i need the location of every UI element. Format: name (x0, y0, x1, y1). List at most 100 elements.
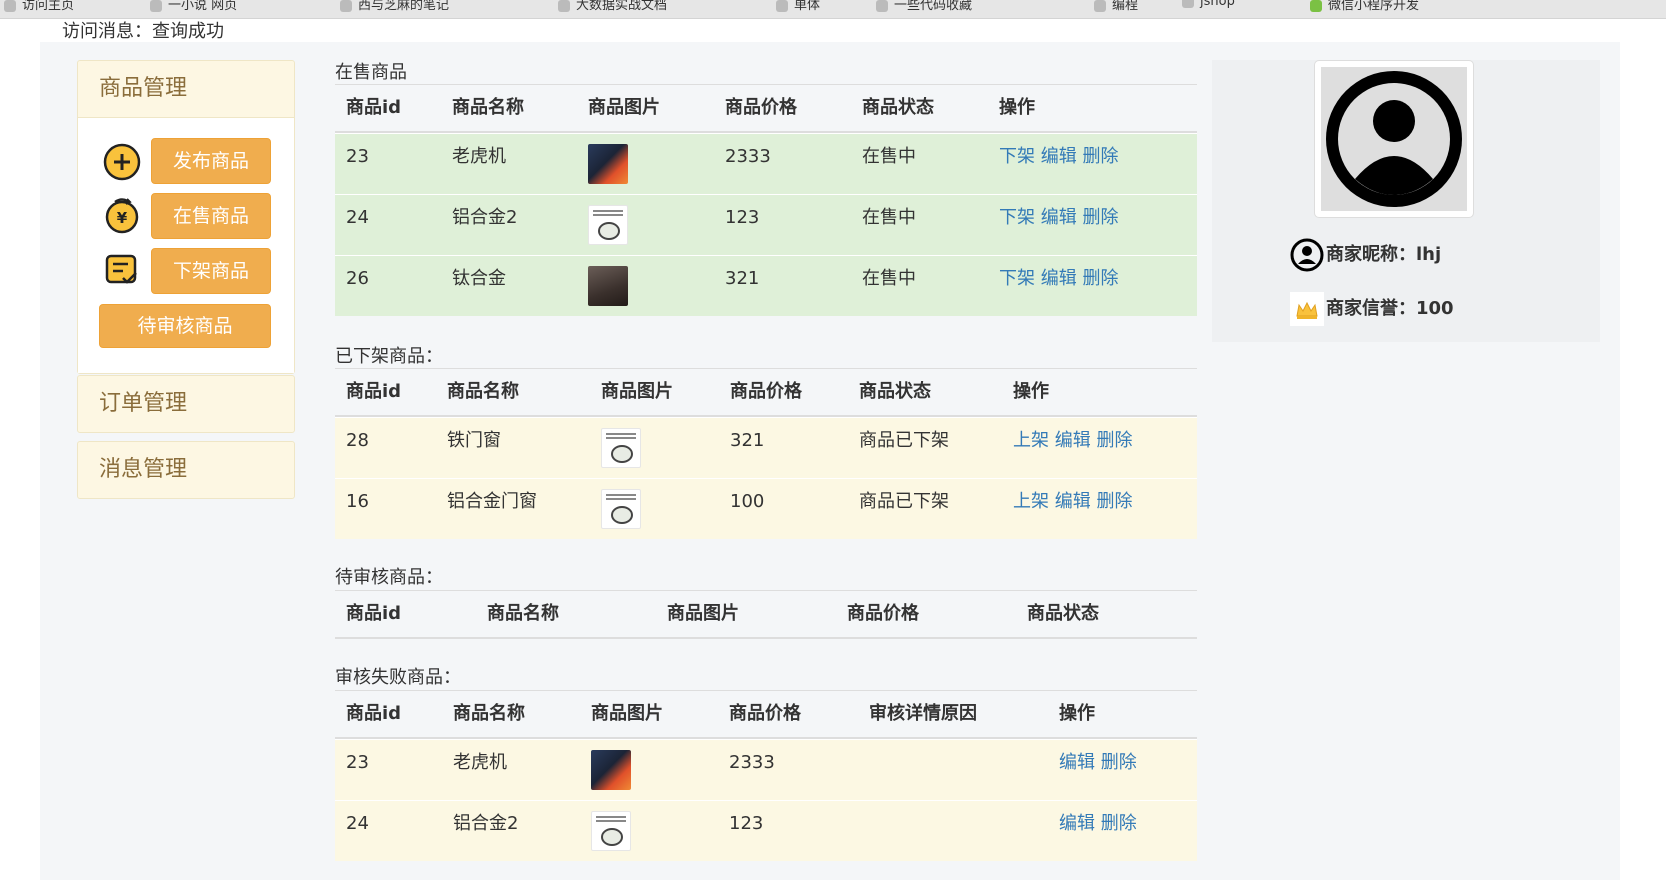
yuan-icon: ¥ (105, 198, 139, 234)
off-shelf-products-button[interactable]: 下架商品 (151, 248, 271, 294)
bookmark-item[interactable]: 大数据实战文档 (558, 0, 667, 13)
pending-section-title: 待审核商品： (335, 567, 443, 588)
column-header: 商品名称 (487, 603, 559, 624)
product-name: 钛合金 (452, 268, 506, 289)
bookmark-item[interactable]: 微信小程序开发 (1310, 0, 1419, 13)
edit-link[interactable]: 编辑 (1059, 752, 1095, 773)
column-header: 操作 (1013, 381, 1049, 402)
table-header: 商品id 商品名称 商品图片 商品价格 商品状态 操作 (335, 368, 1197, 417)
product-management-menu: 发布商品 ¥ 在售商品 下架商品 待审核商品 (78, 117, 294, 373)
column-header: 商品状态 (859, 381, 931, 402)
table-row: 16 铝合金门窗 100 商品已下架 上架 编辑 删除 (335, 478, 1197, 539)
product-price: 2333 (729, 752, 775, 773)
delete-link[interactable]: 删除 (1082, 268, 1118, 289)
meme-thumbnail (591, 811, 631, 851)
edit-link[interactable]: 编辑 (1059, 813, 1095, 834)
product-status: 在售中 (862, 268, 916, 289)
bookmark-item[interactable]: jshop (1182, 0, 1235, 9)
svg-text:¥: ¥ (117, 209, 128, 227)
bookmark-item[interactable]: 单体 (776, 0, 820, 13)
product-id: 16 (346, 491, 369, 512)
delete-link[interactable]: 删除 (1101, 813, 1137, 834)
merchant-nickname: 商家昵称：lhj (1290, 238, 1441, 272)
relist-link[interactable]: 上架 (1013, 491, 1049, 512)
product-id: 24 (346, 207, 369, 228)
off-shelf-section-title: 已下架商品： (335, 346, 443, 367)
product-management-header[interactable]: 商品管理 (78, 61, 294, 117)
table-header: 商品id 商品名称 商品图片 商品价格 审核详情原因 操作 (335, 690, 1197, 739)
table-header: 商品id 商品名称 商品图片 商品价格 商品状态 (335, 590, 1197, 639)
column-header: 商品名称 (447, 381, 519, 402)
column-header: 商品图片 (667, 603, 739, 624)
pending-review-button[interactable]: 待审核商品 (99, 304, 271, 348)
column-header: 商品价格 (847, 603, 919, 624)
relist-link[interactable]: 上架 (1013, 430, 1049, 451)
row-actions: 上架 编辑 删除 (1013, 418, 1132, 464)
delete-link[interactable]: 删除 (1096, 491, 1132, 512)
unlist-link[interactable]: 下架 (999, 207, 1035, 228)
unlist-link[interactable]: 下架 (999, 146, 1035, 167)
column-header: 商品状态 (1027, 603, 1099, 624)
avatar[interactable] (1314, 60, 1474, 218)
bookmark-item[interactable]: 西与芝麻的笔记 (340, 0, 449, 13)
product-id: 23 (346, 146, 369, 167)
order-management-header[interactable]: 订单管理 (78, 376, 294, 432)
product-price: 2333 (725, 146, 771, 167)
column-header: 商品价格 (725, 97, 797, 118)
product-name: 铝合金2 (452, 207, 518, 228)
product-name: 铁门窗 (447, 430, 501, 451)
laptop-thumbnail (588, 144, 628, 184)
bookmark-item[interactable]: 访问主页 (4, 0, 74, 13)
delete-link[interactable]: 删除 (1082, 207, 1118, 228)
on-sale-products-button[interactable]: 在售商品 (151, 193, 271, 239)
nickname-label: 商家昵称： (1326, 244, 1416, 265)
column-header: 商品图片 (601, 381, 673, 402)
unlist-link[interactable]: 下架 (999, 268, 1035, 289)
column-header: 商品id (346, 381, 402, 402)
row-actions: 编辑 删除 (1059, 740, 1137, 786)
nickname-value: lhj (1416, 244, 1442, 265)
user-icon (1290, 238, 1324, 272)
column-header: 商品id (346, 703, 402, 724)
product-status: 商品已下架 (859, 430, 949, 451)
row-actions: 下架 编辑 删除 (999, 134, 1118, 180)
product-price: 321 (730, 430, 765, 451)
message-management-panel[interactable]: 消息管理 (77, 441, 295, 499)
merchant-credit: 商家信誉：100 (1290, 292, 1454, 326)
message-management-header[interactable]: 消息管理 (78, 442, 294, 498)
edit-link[interactable]: 编辑 (1041, 207, 1077, 228)
order-management-panel[interactable]: 订单管理 (77, 375, 295, 433)
row-actions: 编辑 删除 (1059, 801, 1137, 847)
edit-link[interactable]: 编辑 (1041, 146, 1077, 167)
edit-link[interactable]: 编辑 (1055, 491, 1091, 512)
row-actions: 下架 编辑 删除 (999, 195, 1118, 241)
column-header: 商品图片 (588, 97, 660, 118)
delete-link[interactable]: 删除 (1082, 146, 1118, 167)
product-status: 在售中 (862, 207, 916, 228)
on-sale-table: 商品id 商品名称 商品图片 商品价格 商品状态 操作 23 老虎机 2333 … (335, 84, 1197, 316)
meme-thumbnail (588, 205, 628, 245)
delete-link[interactable]: 删除 (1096, 430, 1132, 451)
product-name: 铝合金门窗 (447, 491, 537, 512)
bookmark-item[interactable]: 一些代码收藏 (876, 0, 972, 13)
meme-thumbnail (601, 428, 641, 468)
column-header: 操作 (1059, 703, 1095, 724)
product-status: 在售中 (862, 146, 916, 167)
column-header: 商品名称 (452, 97, 524, 118)
product-management-panel: 商品管理 发布商品 ¥ 在售商品 下架商品 待审核商品 (77, 60, 295, 374)
table-row: 26 钛合金 321 在售中 下架 编辑 删除 (335, 255, 1197, 316)
laptop-thumbnail (591, 750, 631, 790)
bookmark-item[interactable]: 编程 (1094, 0, 1138, 13)
column-header: 商品图片 (591, 703, 663, 724)
product-id: 23 (346, 752, 369, 773)
pending-table: 商品id 商品名称 商品图片 商品价格 商品状态 (335, 590, 1197, 639)
delete-link[interactable]: 删除 (1101, 752, 1137, 773)
edit-link[interactable]: 编辑 (1041, 268, 1077, 289)
edit-link[interactable]: 编辑 (1055, 430, 1091, 451)
column-header: 商品价格 (730, 381, 802, 402)
column-header: 操作 (999, 97, 1035, 118)
list-check-icon (105, 254, 137, 284)
publish-product-button[interactable]: 发布商品 (151, 138, 271, 184)
credit-label: 商家信誉： (1326, 298, 1416, 319)
bookmark-item[interactable]: 一小说 网页 (150, 0, 237, 13)
